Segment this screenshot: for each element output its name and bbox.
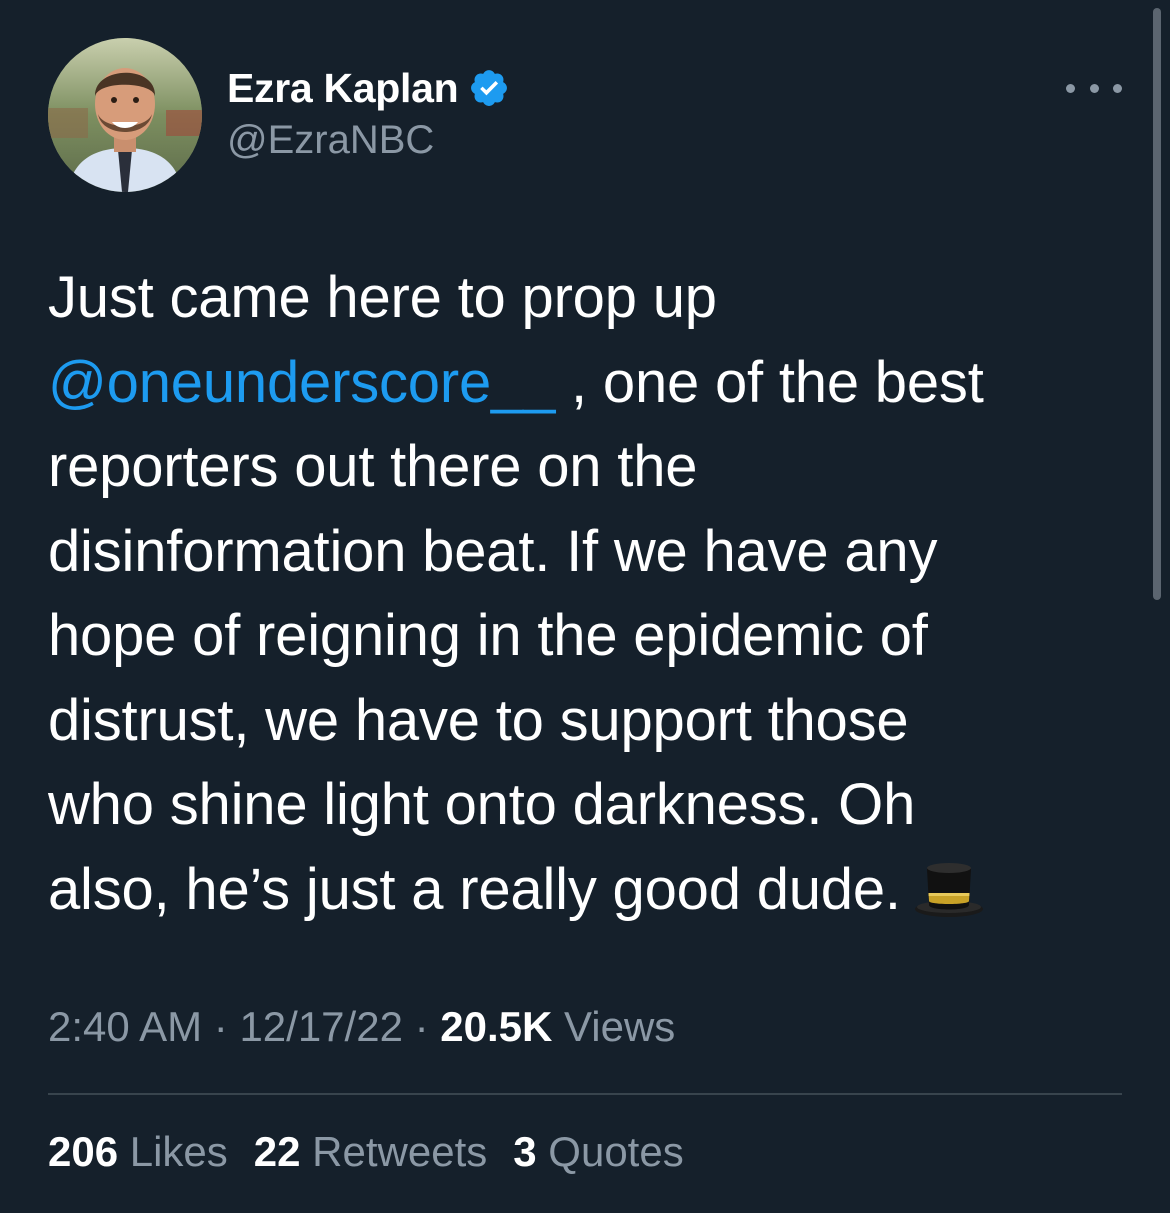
likes-stat[interactable]: 206 Likes	[48, 1128, 228, 1176]
tweet-text-line: hope of reigning in the epidemic of	[48, 603, 928, 668]
user-handle[interactable]: @EzraNBC	[227, 118, 434, 163]
more-options-button[interactable]	[1066, 72, 1122, 104]
avatar[interactable]	[48, 38, 202, 192]
engagement-stats: 206 Likes 22 Retweets 3 Quotes	[48, 1128, 710, 1176]
likes-label: Likes	[118, 1128, 228, 1175]
tweet-text-line: distrust, we have to support those	[48, 687, 909, 753]
tweet-date[interactable]: 12/17/22	[239, 1003, 403, 1050]
verified-badge-icon	[468, 67, 510, 109]
quotes-stat[interactable]: 3 Quotes	[513, 1128, 683, 1176]
tweet-text: Just came here to prop up @oneunderscore…	[48, 256, 1128, 932]
views-label: Views	[552, 1003, 676, 1050]
likes-count: 206	[48, 1128, 119, 1175]
quotes-label: Quotes	[536, 1128, 684, 1175]
mention-link[interactable]: @oneunderscore__	[48, 350, 555, 415]
more-dot-icon	[1089, 83, 1099, 93]
more-dot-icon	[1113, 83, 1122, 93]
tweet-text-line: reporters out there on the	[48, 434, 698, 499]
tweet-detail: Ezra Kaplan @EzraNBC Just came here to p…	[0, 0, 1170, 1213]
tweet-text-line: @oneunderscore__ , one of the best	[48, 341, 1128, 426]
retweets-count: 22	[253, 1128, 301, 1175]
quotes-count: 3	[513, 1128, 537, 1175]
tweet-text-line: disinformation beat. If we have any	[48, 518, 938, 584]
meta-separator: ·	[202, 1003, 240, 1050]
divider	[48, 1093, 1122, 1095]
tweet-text-line: who shine light onto darkness. Oh	[48, 772, 916, 837]
tweet-text-line: also, he’s just a really good dude.	[48, 848, 1128, 933]
scrollbar[interactable]	[1153, 8, 1161, 600]
tweet-text-fragment: , one of the best	[555, 349, 984, 415]
avatar-photo	[48, 38, 202, 192]
top-hat-emoji-icon	[913, 858, 985, 918]
more-dot-icon	[1066, 83, 1075, 93]
retweets-stat[interactable]: 22 Retweets	[254, 1128, 487, 1176]
tweet-time[interactable]: 2:40 AM	[48, 1003, 202, 1050]
retweets-label: Retweets	[300, 1128, 488, 1175]
tweet-text-line: Just came here to prop up	[48, 265, 717, 330]
display-name[interactable]: Ezra Kaplan	[227, 65, 459, 112]
tweet-meta: 2:40 AM · 12/17/22 · 20.5K Views	[48, 1003, 675, 1051]
author-name-row[interactable]: Ezra Kaplan	[227, 62, 510, 114]
meta-separator: ·	[402, 1003, 441, 1050]
views-count: 20.5K	[440, 1003, 553, 1050]
tweet-text-fragment: also, he’s just a really good dude.	[48, 856, 901, 922]
